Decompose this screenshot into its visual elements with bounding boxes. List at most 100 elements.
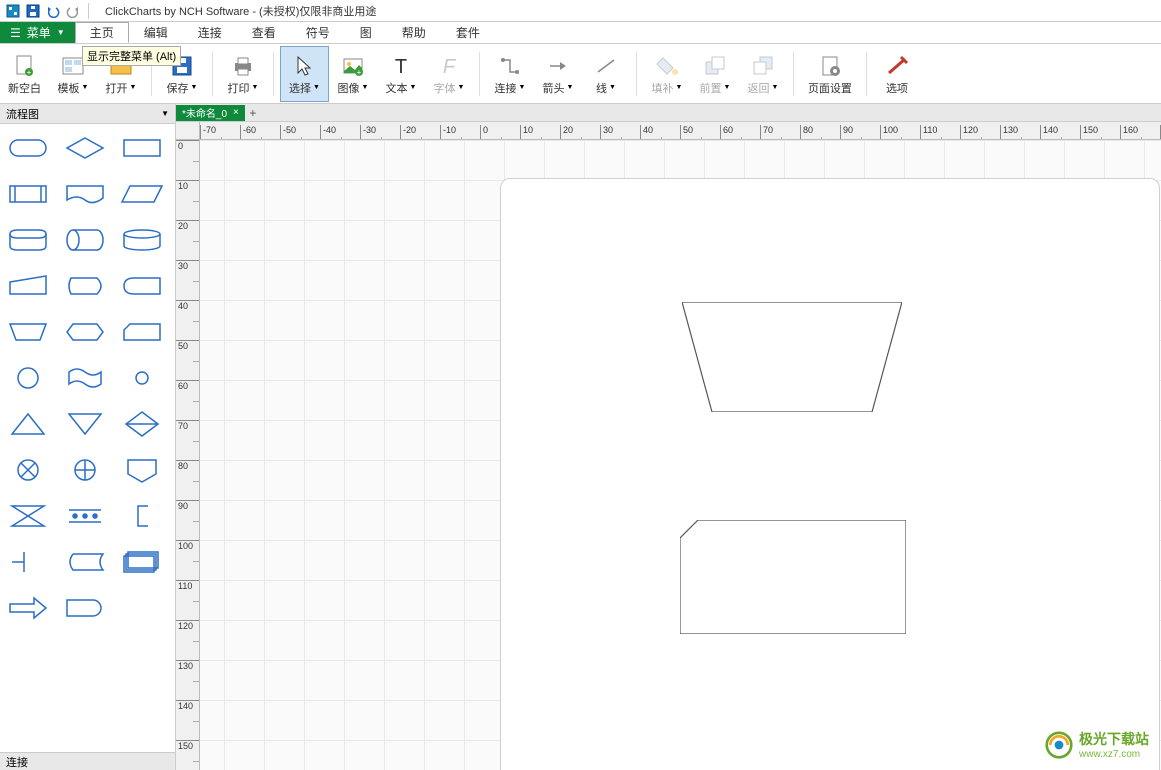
shape-triangle-down[interactable] bbox=[61, 406, 109, 442]
add-tab-button[interactable]: + bbox=[245, 106, 261, 120]
ribbon-options[interactable]: 选项 bbox=[873, 46, 921, 102]
ruler-tick: 140 bbox=[1040, 125, 1080, 140]
window-title: ClickCharts by NCH Software - (未授权)仅限非商业… bbox=[105, 3, 376, 19]
shape-circle[interactable] bbox=[4, 360, 52, 396]
sidebar-header[interactable]: 流程图 ▼ bbox=[0, 104, 175, 124]
menu-tab-图[interactable]: 图 bbox=[345, 22, 387, 43]
shape-decision[interactable] bbox=[61, 130, 109, 166]
chevron-down-icon: ▼ bbox=[130, 84, 137, 91]
shape-bracket[interactable] bbox=[118, 498, 166, 534]
shape-manual-input[interactable] bbox=[4, 268, 52, 304]
shape-manual-op[interactable] bbox=[4, 314, 52, 350]
watermark-logo-icon bbox=[1045, 731, 1073, 759]
ribbon-arrow[interactable]: 箭头▼ bbox=[534, 46, 582, 102]
shape-delay[interactable] bbox=[61, 590, 109, 626]
ribbon-label: 连接 bbox=[494, 80, 516, 96]
menu-tab-套件[interactable]: 套件 bbox=[441, 22, 495, 43]
shape-card[interactable] bbox=[118, 314, 166, 350]
shape-display[interactable] bbox=[61, 268, 109, 304]
pagesetup-icon bbox=[818, 52, 842, 80]
ruler-tick: 80 bbox=[176, 460, 199, 500]
ribbon-label: 保存 bbox=[167, 80, 189, 96]
shape-predefined[interactable] bbox=[4, 176, 52, 212]
shape-offpage[interactable] bbox=[118, 452, 166, 488]
ribbon-front[interactable]: 前置▼ bbox=[691, 46, 739, 102]
ribbon-page-setup[interactable]: 页面设置 bbox=[800, 46, 860, 102]
ruler-tick: 10 bbox=[520, 125, 560, 140]
ruler-tick: 30 bbox=[176, 260, 199, 300]
cursor-icon bbox=[292, 52, 316, 80]
shape-drum[interactable] bbox=[61, 222, 109, 258]
ribbon-label: 箭头 bbox=[542, 80, 564, 96]
ruler-tick: 70 bbox=[760, 125, 800, 140]
ruler-tick: 60 bbox=[176, 380, 199, 420]
ribbon-back[interactable]: 返回▼ bbox=[739, 46, 787, 102]
menu-tab-编辑[interactable]: 编辑 bbox=[129, 22, 183, 43]
shape-sort[interactable] bbox=[118, 406, 166, 442]
ruler-tick: 40 bbox=[176, 300, 199, 340]
shape-triangle-up[interactable] bbox=[4, 406, 52, 442]
ruler-tick: 80 bbox=[800, 125, 840, 140]
chevron-down-icon: ▼ bbox=[361, 84, 368, 91]
image-icon: + bbox=[341, 52, 365, 80]
menu-tab-连接[interactable]: 连接 bbox=[183, 22, 237, 43]
shape-or[interactable] bbox=[61, 452, 109, 488]
shape-disk[interactable] bbox=[118, 222, 166, 258]
menu-tab-符号[interactable]: 符号 bbox=[291, 22, 345, 43]
sidebar-footer[interactable]: 连接 bbox=[0, 752, 175, 770]
ribbon-font[interactable]: F字体▼ bbox=[425, 46, 473, 102]
redo-icon[interactable] bbox=[64, 2, 82, 20]
ruler-tick: 20 bbox=[560, 125, 600, 140]
shape-database-cyl[interactable] bbox=[4, 222, 52, 258]
menu-tab-帮助[interactable]: 帮助 bbox=[387, 22, 441, 43]
ribbon-select[interactable]: 选择▼ bbox=[280, 46, 329, 102]
app-icon[interactable] bbox=[4, 2, 22, 20]
shape-document[interactable] bbox=[61, 176, 109, 212]
chevron-down-icon: ▼ bbox=[566, 84, 573, 91]
shape-summing[interactable] bbox=[4, 452, 52, 488]
shape-terminator[interactable] bbox=[4, 130, 52, 166]
chevron-down-icon: ▼ bbox=[252, 84, 259, 91]
shape-display2[interactable] bbox=[118, 268, 166, 304]
shape-preparation[interactable] bbox=[61, 314, 109, 350]
ribbon-line[interactable]: 线▼ bbox=[582, 46, 630, 102]
front-icon bbox=[703, 52, 727, 80]
ruler-tick: 70 bbox=[176, 420, 199, 460]
shape-extract[interactable] bbox=[4, 544, 52, 580]
shape-multi-doc[interactable] bbox=[118, 544, 166, 580]
undo-icon[interactable] bbox=[44, 2, 62, 20]
shape-merge-dots[interactable] bbox=[61, 498, 109, 534]
canvas[interactable] bbox=[200, 140, 1161, 770]
card-shape[interactable] bbox=[680, 520, 906, 634]
ribbon-label: 线 bbox=[596, 80, 607, 96]
menu-tab-主页[interactable]: 主页 bbox=[75, 22, 129, 43]
shape-stored-data[interactable] bbox=[61, 544, 109, 580]
menu-tab-查看[interactable]: 查看 bbox=[237, 22, 291, 43]
shape-process[interactable] bbox=[118, 130, 166, 166]
ribbon-print[interactable]: 打印▼ bbox=[219, 46, 267, 102]
ribbon-label: 页面设置 bbox=[808, 80, 852, 96]
shape-blank[interactable] bbox=[118, 590, 166, 626]
document-tab[interactable]: *未命名_0 × bbox=[176, 105, 245, 121]
ribbon-image[interactable]: +图像▼ bbox=[329, 46, 377, 102]
svg-text:+: + bbox=[357, 68, 362, 77]
ruler-tick: 0 bbox=[176, 140, 199, 180]
workspace: 流程图 ▼ 连接 *未命名_0 × + -70-60-50-40-30-20-1… bbox=[0, 104, 1161, 770]
ribbon-connect[interactable]: 连接▼ bbox=[486, 46, 534, 102]
trapezoid-shape[interactable] bbox=[682, 302, 902, 412]
ribbon-text[interactable]: T文本▼ bbox=[377, 46, 425, 102]
shape-data[interactable] bbox=[118, 176, 166, 212]
shape-collate[interactable] bbox=[4, 498, 52, 534]
ruler-tick: 90 bbox=[840, 125, 880, 140]
close-icon[interactable]: × bbox=[233, 107, 239, 118]
ribbon-new-blank[interactable]: +新空白 bbox=[0, 46, 49, 102]
main-menu-button[interactable]: ☰ 菜单 ▼ bbox=[0, 22, 75, 43]
ribbon-label: 填补 bbox=[651, 80, 673, 96]
chevron-down-icon: ▼ bbox=[675, 84, 682, 91]
ribbon-fill[interactable]: 填补▼ bbox=[643, 46, 691, 102]
shape-arrow-right-shape[interactable] bbox=[4, 590, 52, 626]
shape-connector-small[interactable] bbox=[118, 360, 166, 396]
shape-tape[interactable] bbox=[61, 360, 109, 396]
ruler-tick: 100 bbox=[880, 125, 920, 140]
save-icon[interactable] bbox=[24, 2, 42, 20]
